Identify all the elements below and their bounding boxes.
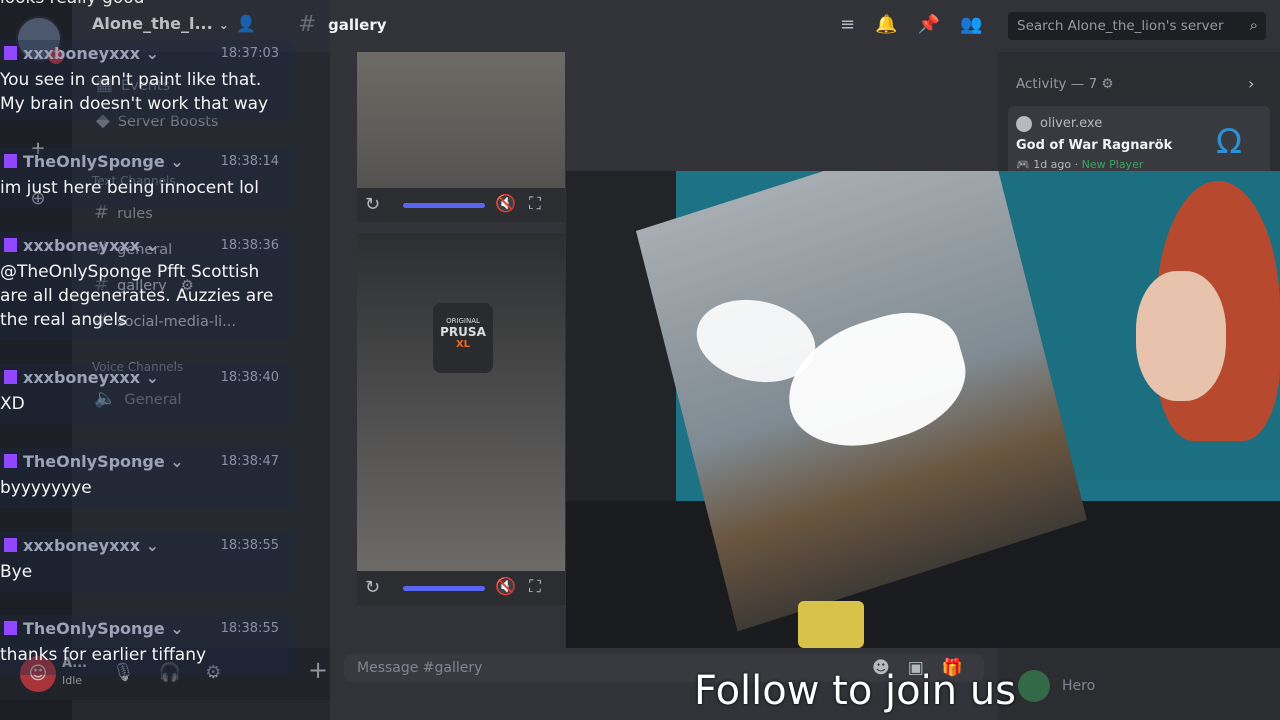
chat-author: TheOnlySponge xyxy=(23,452,165,471)
chat-time: 18:38:47 xyxy=(220,454,279,469)
chat-text: thanks for earlier tiffany xyxy=(0,645,207,665)
video-progress-bar[interactable] xyxy=(403,203,485,208)
chat-text: im just here being innocent lol xyxy=(0,178,259,198)
printer-label: ORIGINAL PRUSA XL xyxy=(433,303,493,373)
chat-time: 18:38:55 xyxy=(220,538,279,553)
video-frame xyxy=(357,52,565,188)
replay-icon[interactable]: ↻ xyxy=(365,194,380,215)
threads-icon[interactable]: ≡ xyxy=(840,14,855,35)
video-progress-bar[interactable] xyxy=(403,586,485,591)
chevron-right-icon[interactable]: › xyxy=(1248,74,1254,93)
chat-time: 18:37:03 xyxy=(220,46,279,61)
chat-fragment: looks really good xyxy=(0,0,144,8)
twitch-icon xyxy=(4,621,17,635)
message-placeholder: Message #gallery xyxy=(357,660,483,676)
chat-message: xxxboneyxxx ⌄ 18:38:36 @TheOnlySponge Pf… xyxy=(0,232,293,340)
avatar xyxy=(1018,670,1050,702)
gear-icon[interactable]: ⚙ xyxy=(1101,76,1113,92)
chat-text: Bye xyxy=(0,562,33,582)
chat-author: xxxboneyxxx xyxy=(23,536,141,555)
video-frame xyxy=(357,233,565,571)
activity-game: God of War Ragnarök xyxy=(1016,138,1173,153)
stream-chat-overlay: looks really good xxxboneyxxx ⌄ 18:37:03… xyxy=(0,0,330,720)
twitch-icon xyxy=(4,46,17,60)
chat-message: xxxboneyxxx ⌄ 18:37:03 You see in can't … xyxy=(0,40,293,120)
search-icon: ⌕ xyxy=(1249,16,1258,34)
chat-text: XD xyxy=(0,394,25,414)
members-icon[interactable]: 👥 xyxy=(960,14,982,35)
video-controls: ↻ 🔇 ⛶ xyxy=(357,571,565,605)
twitch-icon xyxy=(4,154,17,168)
chat-message: TheOnlySponge ⌄ 18:38:55 thanks for earl… xyxy=(0,615,293,675)
activity-meta: 🎮 1d ago · New Player xyxy=(1016,158,1144,171)
activity-card[interactable]: oliver.exe God of War Ragnarök 🎮 1d ago … xyxy=(1008,106,1270,178)
chat-text: byyyyyyye xyxy=(0,478,92,498)
chat-text: the real angels xyxy=(0,310,127,330)
chat-text: @TheOnlySponge Pfft Scottish xyxy=(0,262,260,282)
chat-time: 18:38:14 xyxy=(220,154,279,169)
chat-text: are all degenerates. Auzzies are xyxy=(0,286,274,306)
bell-icon[interactable]: 🔔 xyxy=(875,14,897,35)
chat-time: 18:38:36 xyxy=(220,238,279,253)
webcam-feed xyxy=(566,171,1280,648)
video-player-2[interactable]: ORIGINAL PRUSA XL ↻ 🔇 ⛶ xyxy=(357,233,565,605)
replay-icon[interactable]: ↻ xyxy=(365,577,380,598)
twitch-icon xyxy=(4,538,17,552)
follow-caption: Follow to join us xyxy=(694,668,1017,714)
search-input[interactable]: Search Alone_the_lion's server ⌕ xyxy=(1008,12,1266,40)
twitch-icon xyxy=(4,238,17,252)
chat-author: xxxboneyxxx xyxy=(23,236,141,255)
twitch-icon xyxy=(4,454,17,468)
fullscreen-icon[interactable]: ⛶ xyxy=(529,194,541,214)
activity-user: oliver.exe xyxy=(1040,116,1103,131)
chat-message: TheOnlySponge ⌄ 18:38:14 im just here be… xyxy=(0,148,293,208)
video-controls: ↻ 🔇 ⛶ xyxy=(357,188,565,222)
member-name: Hero xyxy=(1062,678,1096,694)
mute-icon[interactable]: 🔇 xyxy=(495,577,516,597)
paint-cup xyxy=(798,601,864,648)
channel-title: gallery xyxy=(328,16,387,34)
chat-message: xxxboneyxxx ⌄ 18:38:40 XD xyxy=(0,364,293,424)
chat-time: 18:38:40 xyxy=(220,370,279,385)
chat-author: TheOnlySponge xyxy=(23,152,165,171)
chat-message: xxxboneyxxx ⌄ 18:38:55 Bye xyxy=(0,532,293,592)
video-player-1[interactable]: ↻ 🔇 ⛶ xyxy=(357,52,565,222)
chat-time: 18:38:55 xyxy=(220,621,279,636)
game-logo-icon: Ω xyxy=(1216,122,1242,162)
mute-icon[interactable]: 🔇 xyxy=(495,194,516,214)
chat-author: xxxboneyxxx xyxy=(23,368,141,387)
chat-author: xxxboneyxxx xyxy=(23,44,141,63)
fullscreen-icon[interactable]: ⛶ xyxy=(529,577,541,597)
avatar xyxy=(1016,116,1032,132)
pin-icon[interactable]: 📌 xyxy=(918,14,940,35)
chat-author: TheOnlySponge xyxy=(23,619,165,638)
chat-text: My brain doesn't work that way xyxy=(0,94,269,114)
game-controller-icon: 🎮 xyxy=(1016,158,1030,171)
chat-text: You see in can't paint like that. xyxy=(0,70,262,90)
search-placeholder: Search Alone_the_lion's server xyxy=(1017,18,1224,34)
chat-message: TheOnlySponge ⌄ 18:38:47 byyyyyyye xyxy=(0,448,293,508)
person-face xyxy=(1136,271,1226,401)
twitch-icon xyxy=(4,370,17,384)
activity-header: Activity — 7 ⚙ xyxy=(1016,76,1114,92)
